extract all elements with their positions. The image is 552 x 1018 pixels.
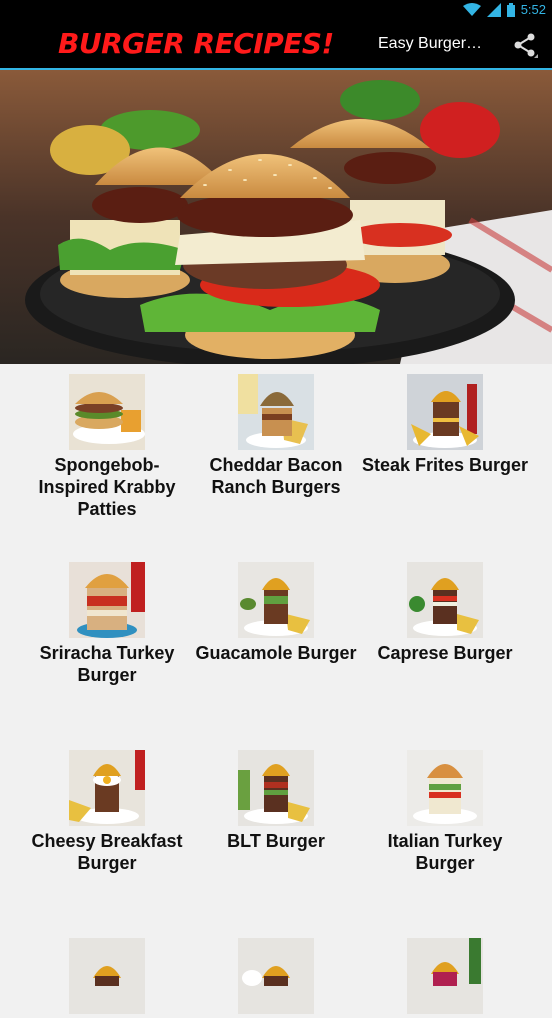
hero-image	[0, 70, 552, 364]
recipe-item[interactable]: Cheddar Bacon Ranch Burgers	[191, 374, 361, 498]
recipe-thumbnail	[238, 938, 314, 1014]
recipe-item[interactable]: Steak Frites Burger	[360, 374, 530, 476]
status-time: 5:52	[520, 2, 546, 17]
recipe-item[interactable]: BLT Burger	[191, 750, 361, 852]
recipe-item[interactable]: Spongebob-Inspired Krabby Patties	[22, 374, 192, 520]
recipe-item[interactable]: Sriracha Turkey Burger	[22, 562, 192, 686]
recipe-thumbnail	[407, 562, 483, 638]
recipe-thumbnail	[69, 374, 145, 450]
recipe-label: Guacamole Burger	[195, 643, 357, 663]
screen-subtitle: Easy Burger…	[378, 35, 483, 52]
recipe-thumbnail	[238, 750, 314, 826]
recipe-label: Spongebob-Inspired Krabby Patties	[38, 455, 176, 519]
recipe-label: Sriracha Turkey Burger	[39, 643, 175, 685]
signal-icon	[486, 2, 501, 17]
recipe-item[interactable]: Caprese Burger	[360, 562, 530, 664]
recipe-thumbnail	[407, 374, 483, 450]
recipe-item[interactable]	[360, 938, 530, 1018]
recipe-label: BLT Burger	[227, 831, 325, 851]
recipe-thumbnail	[407, 938, 483, 1014]
recipe-label: Cheddar Bacon Ranch Burgers	[209, 455, 343, 497]
recipe-item[interactable]	[191, 938, 361, 1018]
recipe-label: Cheesy Breakfast Burger	[31, 831, 183, 873]
recipe-thumbnail	[238, 562, 314, 638]
recipe-thumbnail	[69, 562, 145, 638]
wifi-icon	[462, 2, 481, 16]
recipe-label: Caprese Burger	[377, 643, 513, 663]
battery-icon	[506, 2, 515, 17]
recipe-thumbnail	[407, 750, 483, 826]
share-icon[interactable]	[512, 32, 538, 58]
app-title: BURGER RECIPES!	[58, 27, 334, 60]
recipe-item[interactable]: Italian Turkey Burger	[360, 750, 530, 874]
recipe-thumbnail	[69, 750, 145, 826]
recipe-item[interactable]: Cheesy Breakfast Burger	[22, 750, 192, 874]
recipe-label: Steak Frites Burger	[361, 455, 529, 475]
status-bar: 5:52	[0, 0, 552, 20]
recipe-thumbnail	[238, 374, 314, 450]
recipe-item[interactable]: Guacamole Burger	[191, 562, 361, 664]
recipe-label: Italian Turkey Burger	[387, 831, 503, 873]
recipe-thumbnail	[69, 938, 145, 1014]
recipe-item[interactable]	[22, 938, 192, 1018]
action-bar: BURGER RECIPES! Easy Burger…	[0, 20, 552, 70]
